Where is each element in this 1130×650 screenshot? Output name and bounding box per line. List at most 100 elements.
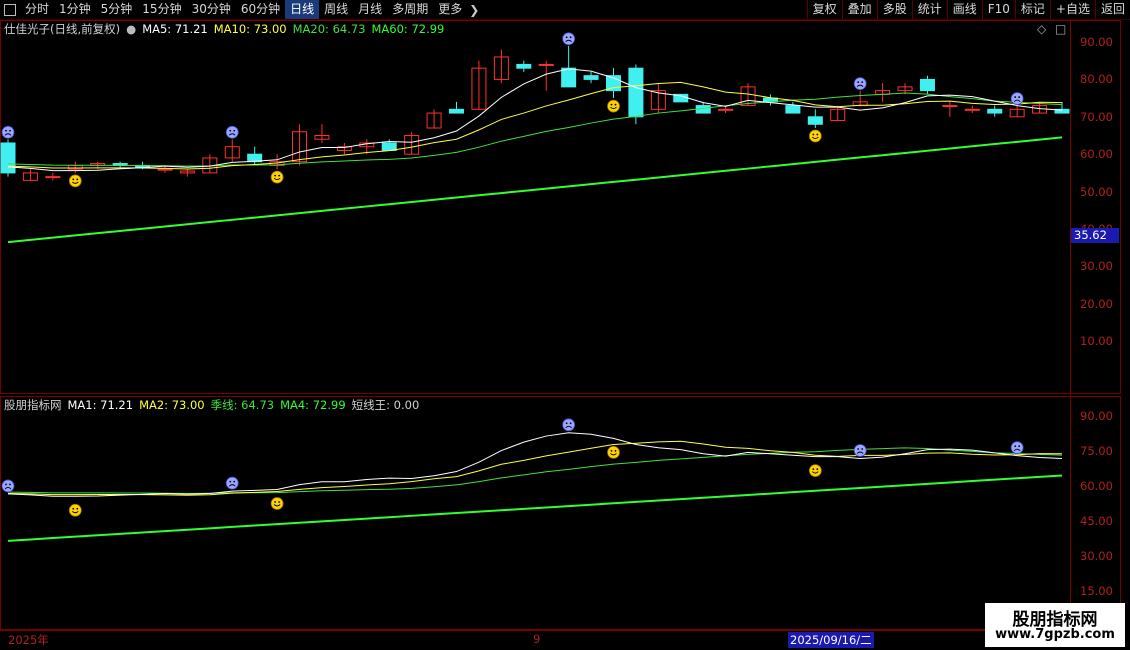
- candle-body: [538, 63, 554, 66]
- axis-tick-label: 45.00: [1080, 514, 1113, 528]
- happy-face-icon: [68, 174, 82, 188]
- candle-body: [942, 105, 958, 108]
- happy-face-icon-eye: [274, 501, 277, 503]
- watermark-logo: 股朋指标网 www.7gpzb.com: [985, 603, 1125, 647]
- sad-face-icon-eye: [9, 129, 11, 132]
- axis-tick-label: 90.00: [1080, 35, 1113, 49]
- axis-tick-label: 50.00: [1080, 184, 1113, 199]
- happy-face-icon-eye: [278, 174, 281, 177]
- happy-face-icon-eye: [816, 133, 819, 136]
- axis-tick-label: 80.00: [1080, 72, 1113, 87]
- happy-face-icon-eye: [72, 178, 75, 181]
- sad-face-icon: [1, 479, 15, 493]
- candle-body: [718, 108, 734, 111]
- sad-face-icon-eye: [565, 422, 568, 425]
- happy-face-icon-eye: [610, 450, 613, 452]
- sad-face-icon: [225, 125, 239, 139]
- watermark-url: www.7gpzb.com: [995, 627, 1115, 642]
- happy-face-icon-eye: [610, 103, 613, 106]
- date-axis: 2025年 9 2025/09/16/二: [0, 630, 985, 648]
- happy-face-icon-eye: [812, 133, 815, 136]
- sad-face-icon: [562, 32, 576, 46]
- sad-face-icon-eye: [1014, 96, 1017, 98]
- sad-face-icon-eye: [229, 129, 232, 132]
- sad-face-icon-eye: [233, 480, 236, 483]
- sad-face-icon-eye: [229, 480, 232, 483]
- sub-ma1-line: [7, 432, 1063, 497]
- ma10-line: [7, 81, 1063, 170]
- axis-tick-label: 70.00: [1080, 109, 1113, 124]
- sad-face-icon-eye: [9, 483, 11, 486]
- sad-face-icon-eye: [569, 422, 572, 425]
- sad-face-icon: [1010, 92, 1024, 105]
- candle-body: [0, 142, 16, 174]
- date-mid: 9: [533, 632, 541, 646]
- sad-face-icon-eye: [861, 448, 864, 450]
- sub-ma2-line: [7, 440, 1063, 496]
- candle-body: [785, 105, 801, 114]
- candle-body: [583, 75, 599, 80]
- axis-tick-label: 30.00: [1080, 549, 1113, 563]
- happy-face-icon: [607, 445, 620, 459]
- sad-face-icon: [225, 476, 239, 490]
- sad-face-icon-eye: [857, 448, 860, 450]
- happy-face-icon-eye: [614, 103, 617, 106]
- axis-tick-label: 20.00: [1080, 296, 1113, 311]
- candle-body: [919, 78, 935, 92]
- sad-face-icon-eye: [857, 81, 860, 84]
- sad-face-icon-eye: [1018, 445, 1021, 448]
- happy-face-icon-eye: [816, 468, 819, 470]
- sad-face-icon-eye: [233, 129, 236, 132]
- sad-face-icon-eye: [1014, 445, 1017, 448]
- axis-tick-label: 15.00: [1080, 584, 1113, 598]
- ma5-line: [7, 68, 1063, 172]
- ma60-line: [7, 136, 1063, 244]
- sad-face-icon: [853, 77, 867, 91]
- sad-face-icon-eye: [5, 129, 7, 132]
- happy-face-icon: [808, 464, 822, 478]
- sad-face-icon-eye: [861, 81, 864, 84]
- candle-body: [807, 116, 823, 125]
- axis-tick-label: 60.00: [1080, 479, 1113, 493]
- happy-face-icon-eye: [278, 501, 281, 503]
- happy-face-icon: [68, 503, 82, 517]
- candle-body: [45, 176, 61, 179]
- candle-body: [964, 108, 980, 111]
- sad-face-icon: [1, 125, 15, 139]
- sad-face-icon-eye: [1018, 96, 1021, 98]
- candle-body: [157, 168, 173, 171]
- candle-body: [561, 67, 577, 88]
- happy-face-icon-eye: [614, 450, 617, 452]
- sad-face-icon: [1010, 441, 1024, 455]
- happy-face-icon-eye: [72, 507, 75, 510]
- happy-face-icon-eye: [76, 178, 79, 181]
- axis-tick-label: 75.00: [1080, 444, 1113, 458]
- axis-tick-label: 10.00: [1080, 334, 1113, 349]
- candle-body: [381, 142, 397, 151]
- happy-face-icon-eye: [76, 507, 79, 510]
- sad-face-icon: [853, 444, 867, 457]
- happy-face-icon: [808, 129, 822, 143]
- toolbar-action-button[interactable]: 返回: [1094, 0, 1130, 19]
- happy-face-icon: [607, 99, 620, 113]
- date-selected: 2025/09/16/二: [788, 632, 874, 648]
- axis-tick-label: 30.00: [1080, 259, 1113, 274]
- axis-tick-label: 60.00: [1080, 147, 1113, 162]
- sad-face-icon: [562, 418, 576, 432]
- happy-face-icon-eye: [274, 174, 277, 177]
- sub-ma4-line: [7, 474, 1063, 542]
- happy-face-icon-eye: [812, 468, 815, 470]
- candle-body: [449, 108, 465, 114]
- date-start: 2025年: [8, 633, 49, 647]
- happy-face-icon: [270, 170, 284, 184]
- candle-body: [516, 63, 532, 69]
- chart-canvas[interactable]: [0, 0, 1070, 630]
- candle-body: [987, 108, 1003, 114]
- candle-body: [628, 67, 644, 118]
- current-price-tag: 35.62: [1071, 228, 1119, 243]
- axis-tick-label: 90.00: [1080, 409, 1113, 423]
- happy-face-icon: [270, 497, 284, 510]
- sad-face-icon-eye: [569, 36, 572, 39]
- sad-face-icon-eye: [565, 36, 568, 39]
- sad-face-icon-eye: [5, 483, 7, 486]
